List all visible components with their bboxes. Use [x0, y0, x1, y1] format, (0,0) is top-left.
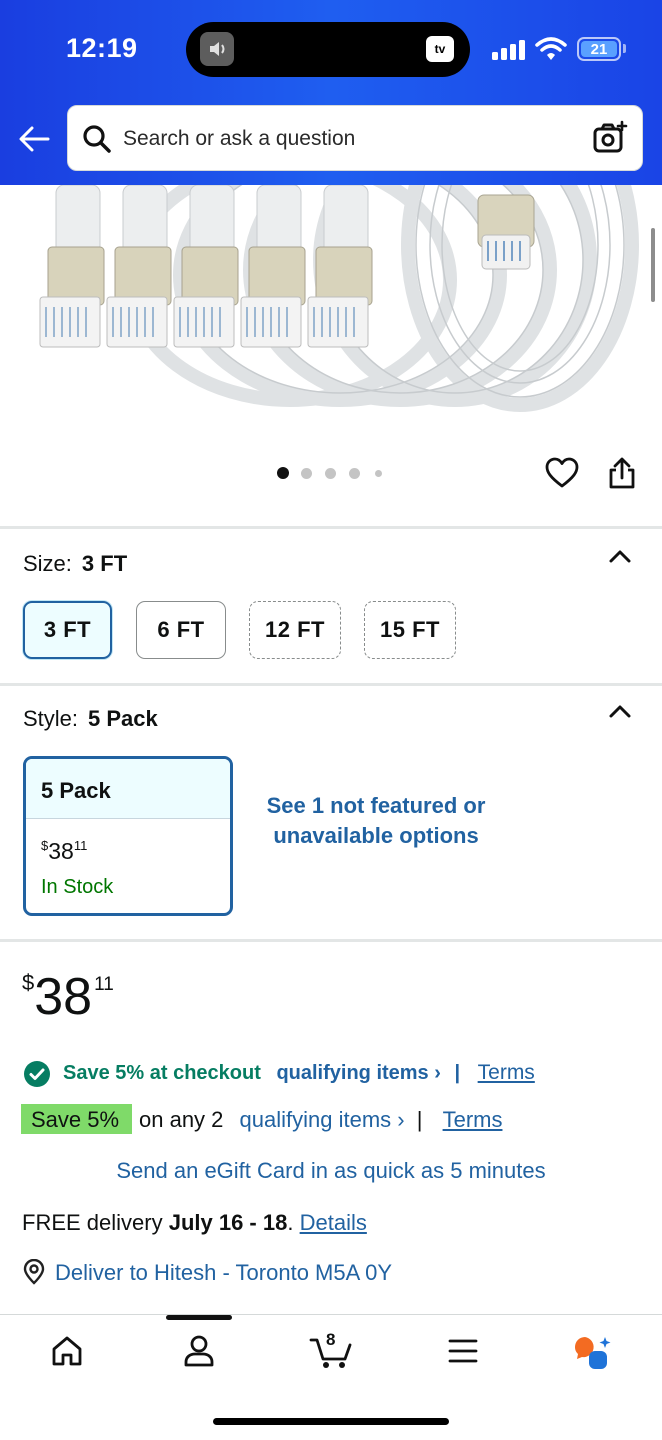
price-whole: 38 — [34, 968, 93, 1026]
on-any-text: on any 2 — [139, 1107, 224, 1132]
style-label-text: Style: — [23, 706, 79, 731]
carousel-dot[interactable] — [325, 468, 336, 479]
price-currency: $ — [22, 970, 35, 995]
battery-level: 21 — [581, 41, 617, 58]
size-label-text: Size: — [23, 551, 72, 576]
qualifying-items-link[interactable]: qualifying items › — [240, 1107, 405, 1132]
terms-link[interactable]: Terms — [443, 1107, 503, 1132]
speaker-icon — [200, 32, 234, 66]
carousel-dot[interactable] — [375, 470, 382, 477]
menu-icon[interactable] — [448, 1338, 478, 1364]
coupon-line: Save 5% at checkout qualifying items › |… — [63, 1061, 535, 1085]
rufus-assistant-icon[interactable] — [573, 1335, 613, 1371]
search-input[interactable] — [123, 118, 573, 160]
cable-image-illustration — [39, 185, 639, 412]
battery-tip — [623, 44, 626, 53]
delivery-prefix: FREE delivery — [22, 1210, 163, 1235]
search-bar[interactable] — [67, 105, 643, 171]
size-option-3ft[interactable]: 3 FT — [23, 601, 112, 659]
terms-link[interactable]: Terms — [478, 1061, 535, 1084]
qualifying-items-link[interactable]: qualifying items › — [276, 1062, 440, 1084]
carousel-dot[interactable] — [349, 468, 360, 479]
product-image[interactable] — [0, 185, 662, 445]
app-header: 12:19 tv 21 — [0, 0, 662, 185]
back-arrow-icon[interactable] — [18, 124, 50, 154]
carousel-dot[interactable] — [301, 468, 312, 479]
style-option-5-pack[interactable]: 5 Pack $3811 In Stock — [23, 756, 233, 916]
separator: | — [416, 1107, 423, 1132]
account-icon[interactable] — [183, 1334, 215, 1368]
carousel-dot-active[interactable] — [277, 467, 289, 479]
size-label: Size: 3 FT — [23, 551, 127, 577]
section-divider — [0, 939, 662, 942]
section-divider — [0, 683, 662, 686]
home-icon[interactable] — [50, 1334, 84, 1368]
save-badge: Save 5% — [21, 1104, 132, 1134]
save-at-checkout-text: Save 5% at checkout — [63, 1062, 261, 1084]
product-price: $38 11 — [22, 970, 114, 1023]
deliver-to-link[interactable]: Deliver to Hitesh - Toronto M5A 0Y — [55, 1260, 392, 1286]
style-card-title: 5 Pack — [26, 759, 230, 819]
style-card-stock: In Stock — [41, 876, 114, 898]
status-time: 12:19 — [66, 33, 138, 63]
tv-label: tv — [434, 42, 446, 56]
heart-icon[interactable] — [545, 457, 579, 489]
size-option-6ft[interactable]: 6 FT — [136, 601, 226, 659]
size-selected-value: 3 FT — [81, 551, 128, 576]
size-option-15ft[interactable]: 15 FT — [364, 601, 456, 659]
cellular-signal-icon — [492, 40, 526, 60]
battery-icon: 21 — [577, 37, 621, 61]
delivery-dates: July 16 - 18 — [168, 1210, 288, 1235]
search-icon — [83, 125, 111, 153]
dynamic-island: tv — [186, 22, 470, 77]
delivery-period: . — [287, 1210, 294, 1235]
share-icon[interactable] — [607, 456, 637, 490]
scroll-indicator[interactable] — [651, 228, 655, 302]
wifi-icon — [535, 37, 567, 60]
separator: | — [454, 1062, 461, 1084]
cart-count-badge: 8 — [326, 1330, 336, 1349]
see-unavailable-options-link[interactable]: See 1 not featured or unavailable option… — [260, 791, 492, 851]
camera-lens-icon[interactable] — [592, 120, 628, 156]
chevron-up-icon[interactable] — [608, 548, 632, 564]
delivery-details-link[interactable]: Details — [300, 1210, 367, 1235]
home-indicator — [213, 1418, 449, 1425]
check-circle-icon — [24, 1061, 50, 1087]
style-selected-value: 5 Pack — [88, 706, 158, 731]
multi-buy-line: on any 2 qualifying items › | Terms — [139, 1107, 502, 1133]
active-tab-indicator — [166, 1315, 232, 1320]
location-pin-icon — [23, 1259, 45, 1285]
apple-tv-icon: tv — [426, 36, 454, 62]
chevron-up-icon[interactable] — [608, 703, 632, 719]
style-label: Style: 5 Pack — [23, 706, 158, 732]
egift-card-link[interactable]: Send an eGift Card in as quick as 5 minu… — [0, 1158, 662, 1184]
style-card-price: $3811 — [41, 838, 88, 864]
delivery-info: FREE delivery July 16 - 18. Details — [22, 1210, 367, 1236]
price-fraction: 11 — [94, 974, 114, 995]
size-option-12ft[interactable]: 12 FT — [249, 601, 341, 659]
section-divider — [0, 526, 662, 529]
